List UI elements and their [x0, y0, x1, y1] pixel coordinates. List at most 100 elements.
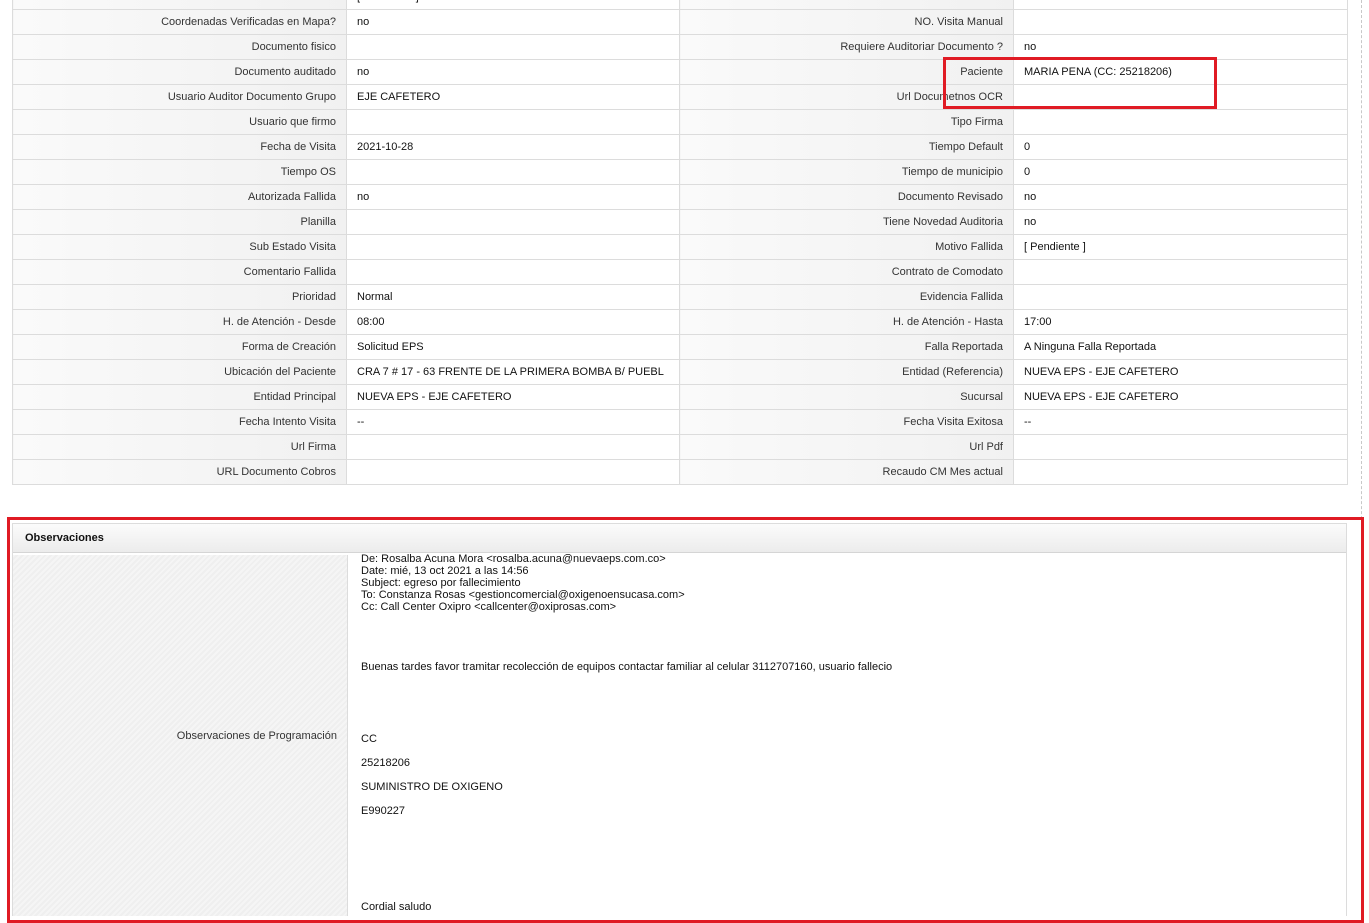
detail-value[interactable]: no [1013, 184, 1348, 210]
obs-line: Date: mié, 13 oct 2021 a las 14:56 [361, 565, 529, 577]
detail-row: Usuario Auditor Documento Grupo EJE CAFET… [12, 84, 1348, 110]
obs-line: Subject: egreso por fallecimiento [361, 577, 521, 589]
detail-row: Fecha Intento Visita -- Fecha Visita Exito… [12, 409, 1348, 435]
detail-value[interactable]: 2021-10-28 [346, 134, 680, 160]
observaciones-programacion-label-text: Observaciones de Programación [176, 729, 337, 742]
detail-value[interactable] [346, 234, 680, 260]
detail-row: URL Documento Cobros Recaudo CM Mes actua… [12, 459, 1348, 485]
detail-row: Planilla Tiene Novedad Auditoria no [12, 209, 1348, 235]
detail-value[interactable]: CRA 7 # 17 - 63 FRENTE DE LA PRIMERA BOM… [346, 359, 680, 385]
detail-value[interactable]: MARIA PENA (CC: 25218206) [1013, 59, 1348, 85]
detail-value[interactable]: 0 [1013, 134, 1348, 160]
detail-value[interactable]: [ Pendiente ] [1013, 234, 1348, 260]
detail-label: Url Pdf [679, 434, 1014, 460]
detail-label: NO. Visita Manual [679, 9, 1014, 35]
detail-label: Paciente [679, 59, 1014, 85]
observaciones-header: Observaciones [13, 524, 1346, 553]
detail-row: Sub Estado Visita Motivo Fallida[ Pendien… [12, 234, 1348, 260]
detail-row: Tiempo OS Tiempo de municipio 0 [12, 159, 1348, 185]
detail-value[interactable] [1013, 284, 1348, 310]
detail-value[interactable]: 17:00 [1013, 309, 1348, 335]
detail-row: Autorizada Fallida no Documento Revisado no [12, 184, 1348, 210]
detail-label: Usuario Auditor Documento Grupo [12, 84, 347, 110]
detail-value[interactable] [346, 109, 680, 135]
detail-value[interactable]: Solicitud EPS [346, 334, 680, 360]
detail-value[interactable] [1013, 434, 1348, 460]
visit-details-body: Toma de Datos GPS[ Pendiente ]Corrección… [12, 0, 1348, 485]
observaciones-programacion-text[interactable]: De: Rosalba Acuna Mora <rosalba.acuna@nu… [348, 553, 1346, 916]
detail-value[interactable] [1013, 109, 1348, 135]
obs-line: CC [361, 733, 377, 745]
detail-value[interactable]: 0 [1013, 159, 1348, 185]
detail-row: Comentario Fallida Contrato de Comodato [12, 259, 1348, 285]
detail-row: Documento auditado no Paciente MARIA PENA (… [12, 59, 1348, 85]
detail-value[interactable] [1013, 84, 1348, 110]
detail-value[interactable]: NUEVA EPS - EJE CAFETERO [1013, 359, 1348, 385]
detail-value[interactable]: -- [346, 409, 680, 435]
detail-value[interactable]: NUEVA EPS - EJE CAFETERO [1013, 384, 1348, 410]
detail-row: H. de Atención - Desde 08:00 H. de Atenció… [12, 309, 1348, 335]
detail-value[interactable] [346, 459, 680, 485]
detail-label: Entidad (Referencia) [679, 359, 1014, 385]
detail-value[interactable] [1013, 259, 1348, 285]
detail-label: Comentario Fallida [12, 259, 347, 285]
detail-label: Url Documetnos OCR [679, 84, 1014, 110]
detail-value[interactable] [1013, 9, 1348, 35]
detail-value[interactable] [346, 259, 680, 285]
obs-line: Cordial saludo [361, 901, 432, 913]
detail-label: Tiempo de municipio [679, 159, 1014, 185]
detail-label: Prioridad [12, 284, 347, 310]
observaciones-programacion-label: Observaciones de Programación [13, 555, 348, 916]
visit-details-table: Toma de Datos GPS[ Pendiente ]Corrección… [12, 0, 1348, 485]
detail-value[interactable] [1013, 459, 1348, 485]
detail-value[interactable]: EJE CAFETERO [346, 84, 680, 110]
detail-label: Usuario que firmo [12, 109, 347, 135]
detail-label: Fecha de Visita [12, 134, 347, 160]
detail-label: URL Documento Cobros [12, 459, 347, 485]
obs-line: E990227 [361, 805, 406, 817]
detail-value[interactable] [346, 209, 680, 235]
detail-value[interactable]: NUEVA EPS - EJE CAFETERO [346, 384, 680, 410]
detail-row: Forma de Creación Solicitud EPS Falla Repo… [12, 334, 1348, 360]
detail-row: Fecha de Visita 2021-10-28 Tiempo Default 0 [12, 134, 1348, 160]
obs-line: SUMINISTRO DE OXIGENO [361, 781, 503, 793]
obs-line: Cc: Call Center Oxipro <callcenter@oxipr… [361, 601, 617, 613]
detail-label: Toma de Datos GPS [12, 0, 347, 10]
detail-label: Contrato de Comodato [679, 259, 1014, 285]
detail-label: Coordenadas Verificadas en Mapa? [12, 9, 347, 35]
detail-label: Autorizada Fallida [12, 184, 347, 210]
detail-value[interactable] [346, 434, 680, 460]
detail-label: Ubicación del Paciente [12, 359, 347, 385]
detail-value[interactable]: A Ninguna Falla Reportada [1013, 334, 1348, 360]
detail-value[interactable]: no [346, 59, 680, 85]
detail-value[interactable] [346, 159, 680, 185]
detail-label: Tiempo Default [679, 134, 1014, 160]
detail-value[interactable]: no [1013, 34, 1348, 60]
detail-label: Tipo Firma [679, 109, 1014, 135]
detail-value[interactable]: 08:00 [346, 309, 680, 335]
detail-label: Planilla [12, 209, 347, 235]
detail-label: Recaudo CM Mes actual [679, 459, 1014, 485]
detail-value[interactable] [1013, 0, 1348, 10]
detail-label: Entidad Principal [12, 384, 347, 410]
detail-value[interactable]: no [346, 9, 680, 35]
obs-line: 25218206 [361, 757, 410, 769]
detail-label: Sub Estado Visita [12, 234, 347, 260]
detail-label: Tiempo OS [12, 159, 347, 185]
detail-value[interactable]: Normal [346, 284, 680, 310]
detail-label: Corrección de Dirección [679, 0, 1014, 10]
detail-value[interactable]: [ Pendiente ] [346, 0, 680, 10]
detail-value[interactable]: no [1013, 209, 1348, 235]
detail-label: Tiene Novedad Auditoria [679, 209, 1014, 235]
detail-value[interactable] [346, 34, 680, 60]
detail-label: Documento auditado [12, 59, 347, 85]
obs-line: Buenas tardes favor tramitar recolección… [361, 661, 893, 673]
detail-value[interactable]: -- [1013, 409, 1348, 435]
detail-row: Ubicación del Paciente CRA 7 # 17 - 63 FR… [12, 359, 1348, 385]
detail-label: Documento fisico [12, 34, 347, 60]
detail-row: Prioridad Normal Evidencia Fallida [12, 284, 1348, 310]
detail-label: Evidencia Fallida [679, 284, 1014, 310]
detail-label: Requiere Auditoriar Documento ? [679, 34, 1014, 60]
detail-row: Coordenadas Verificadas en Mapa? no NO. Vi… [12, 9, 1348, 35]
detail-value[interactable]: no [346, 184, 680, 210]
